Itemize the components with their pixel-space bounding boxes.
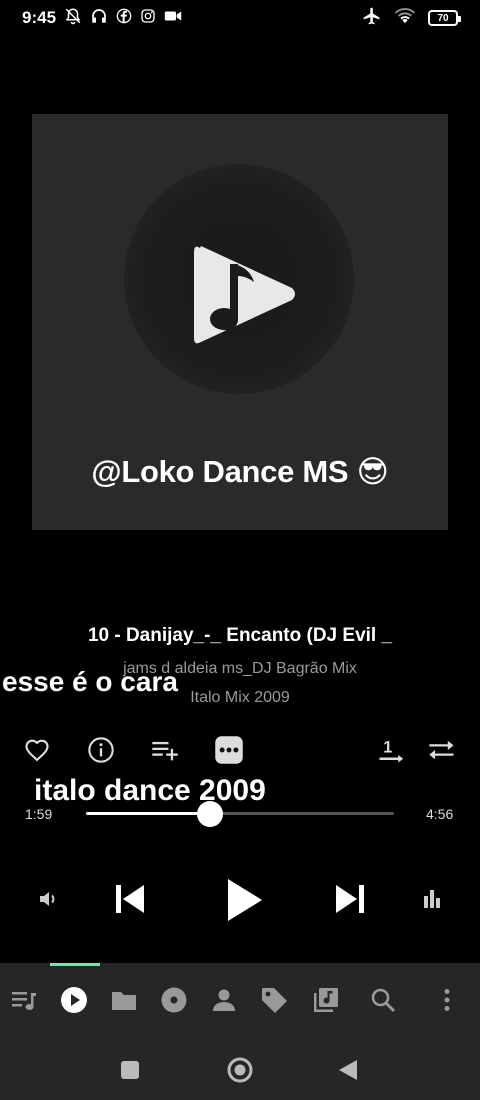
back-icon	[339, 1060, 357, 1080]
queue-icon	[12, 992, 36, 1010]
equalizer-icon	[424, 890, 440, 908]
info-icon	[88, 737, 114, 763]
info-button[interactable]	[83, 732, 119, 768]
seek-thumb[interactable]	[196, 801, 223, 827]
instagram-icon	[140, 8, 156, 29]
equalizer-button[interactable]	[420, 886, 444, 910]
nav-active-indicator	[50, 963, 100, 966]
seek-progress	[86, 812, 210, 815]
album-art-overlay-text: @Loko Dance MS 😎	[91, 454, 389, 489]
nav-playlists[interactable]	[311, 985, 341, 1015]
bottom-nav	[0, 963, 480, 1038]
folder-icon	[112, 992, 136, 1010]
repeat-button[interactable]: 1	[374, 732, 410, 768]
previous-icon	[116, 885, 144, 913]
album-icon	[161, 987, 187, 1013]
lyric-line-2: italo dance 2009	[34, 774, 266, 807]
action-row: 1	[0, 732, 480, 768]
nav-overflow-menu[interactable]	[432, 985, 462, 1015]
home-icon	[227, 1057, 253, 1083]
overflow-menu-icon	[444, 989, 450, 1011]
total-time: 4:56	[426, 806, 454, 822]
play-button[interactable]	[220, 874, 268, 926]
back-button[interactable]	[334, 1056, 362, 1084]
nav-queue[interactable]	[9, 985, 39, 1015]
artist-icon	[213, 989, 235, 1011]
battery-icon: 70	[428, 10, 461, 26]
player-controls	[0, 870, 480, 930]
shuffle-icon	[429, 740, 454, 760]
current-time: 1:59	[25, 806, 53, 822]
now-playing-icon	[61, 987, 87, 1013]
airplane-mode-icon	[362, 6, 382, 31]
video-camera-icon	[164, 8, 182, 29]
volume-icon	[40, 892, 55, 906]
recents-icon	[121, 1061, 139, 1079]
repeat-one-icon: 1	[379, 739, 404, 763]
svg-text:1: 1	[383, 739, 392, 757]
shuffle-button[interactable]	[424, 732, 460, 768]
status-right-icons: 70	[362, 6, 461, 31]
previous-button[interactable]	[112, 882, 148, 916]
battery-level: 70	[437, 12, 449, 24]
status-bar: 9:45 70	[0, 0, 480, 36]
search-icon	[371, 988, 396, 1013]
playlist-icon	[314, 988, 338, 1012]
lyric-line-1: esse é o cara	[2, 666, 178, 697]
home-button[interactable]	[226, 1056, 254, 1084]
headphones-icon	[90, 7, 108, 30]
next-icon	[336, 885, 364, 913]
heart-icon	[25, 739, 49, 762]
more-button[interactable]	[211, 732, 247, 768]
mute-icon	[64, 7, 82, 30]
add-to-playlist-icon	[152, 741, 178, 761]
nav-genres[interactable]	[259, 985, 289, 1015]
status-time: 9:45	[22, 8, 57, 27]
album-art[interactable]: @Loko Dance MS 😎	[32, 114, 448, 530]
nav-search[interactable]	[368, 985, 398, 1015]
favorite-button[interactable]	[19, 732, 55, 768]
nav-artists[interactable]	[209, 985, 239, 1015]
status-left-icons	[64, 7, 182, 30]
next-button[interactable]	[332, 882, 368, 916]
system-nav-bar	[0, 1038, 480, 1100]
track-title: 10 - Danijay_-_ Encanto (DJ Evil _	[87, 625, 393, 646]
seek-bar[interactable]	[86, 812, 394, 815]
tag-icon	[262, 988, 287, 1013]
recents-button[interactable]	[116, 1056, 144, 1084]
nav-now-playing[interactable]	[59, 985, 89, 1015]
wifi-icon	[394, 7, 416, 30]
music-play-logo-icon	[194, 246, 295, 344]
nav-albums[interactable]	[159, 985, 189, 1015]
nav-folders[interactable]	[109, 985, 139, 1015]
facebook-icon	[116, 8, 132, 29]
play-icon	[228, 879, 262, 921]
add-to-playlist-button[interactable]	[147, 732, 183, 768]
volume-button[interactable]	[36, 886, 62, 912]
more-icon	[215, 736, 243, 764]
